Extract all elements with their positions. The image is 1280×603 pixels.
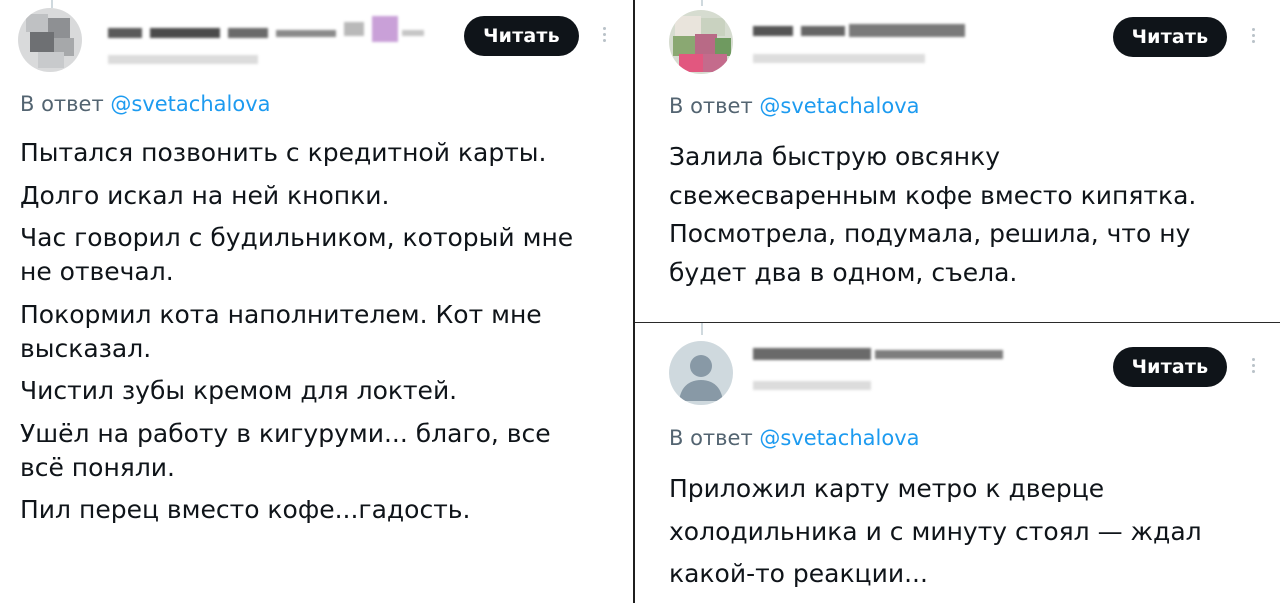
text-line: Час говорил с будильником, который мне: [20, 223, 574, 252]
avatar[interactable]: [669, 10, 733, 74]
reply-post-1: Читать В ответ @svetachalova Пытался поз…: [0, 0, 633, 603]
text-line: какой-то реакции...: [669, 559, 928, 588]
thread-line: [701, 323, 703, 335]
more-vertical-icon[interactable]: [603, 27, 607, 45]
text-line: холодильника и с минуту стоял — ждал: [669, 516, 1202, 546]
text-line: Пил перец вместо кофе...гадость.: [20, 495, 471, 524]
more-vertical-icon[interactable]: [1252, 358, 1256, 376]
text-line: Приложил карту метро к дверце: [669, 474, 1105, 503]
reply-post-3: Читать В ответ @svetachalova Приложил ка…: [635, 323, 1280, 603]
text-line: Пытался позвонить с кредитной карты.: [20, 138, 547, 167]
text-line: Чистил зубы кремом для локтей.: [20, 376, 458, 405]
read-button[interactable]: Читать: [1113, 347, 1227, 387]
default-avatar-icon[interactable]: [669, 341, 733, 405]
post-text: Приложил карту метро к дверце холодильни…: [669, 468, 1202, 596]
thread-line: [51, 0, 53, 8]
reply-prefix: В ответ: [20, 92, 104, 116]
read-button[interactable]: Читать: [464, 16, 579, 56]
post-text: Залила быструю овсянку свежесваренным ко…: [669, 138, 1196, 292]
text-line: высказал.: [20, 333, 152, 363]
text-line: Залила быструю овсянку: [669, 142, 1000, 171]
text-line: Ушёл на работу в кигуруми... благо, все: [20, 418, 551, 448]
text-line: Долго искал на ней кнопки.: [20, 180, 390, 210]
reply-to-label: В ответ @svetachalova: [669, 94, 920, 118]
text-line: не отвечал.: [20, 257, 174, 286]
post-text: Пытался позвонить с кредитной карты. Дол…: [20, 136, 573, 527]
reply-handle-link[interactable]: @svetachalova: [759, 426, 919, 450]
reply-post-2: Читать В ответ @svetachalova Залила быст…: [635, 0, 1280, 322]
avatar[interactable]: [18, 8, 82, 72]
reply-handle-link[interactable]: @svetachalova: [110, 92, 270, 116]
text-line: свежесваренным кофе вместо кипятка.: [669, 180, 1197, 210]
text-line: всё поняли.: [20, 452, 176, 482]
thread-line: [701, 0, 703, 6]
reply-prefix: В ответ: [669, 94, 753, 118]
more-vertical-icon[interactable]: [1252, 28, 1256, 46]
reply-to-label: В ответ @svetachalova: [669, 426, 920, 450]
reply-prefix: В ответ: [669, 426, 753, 450]
text-line: Покормил кота наполнителем. Кот мне: [20, 299, 542, 329]
text-line: Посмотрела, подумала, решила, что ну: [669, 219, 1191, 248]
read-button[interactable]: Читать: [1113, 17, 1227, 57]
text-line: будет два в одном, съела.: [669, 257, 1018, 287]
reply-to-label: В ответ @svetachalova: [20, 92, 271, 116]
reply-handle-link[interactable]: @svetachalova: [759, 94, 919, 118]
